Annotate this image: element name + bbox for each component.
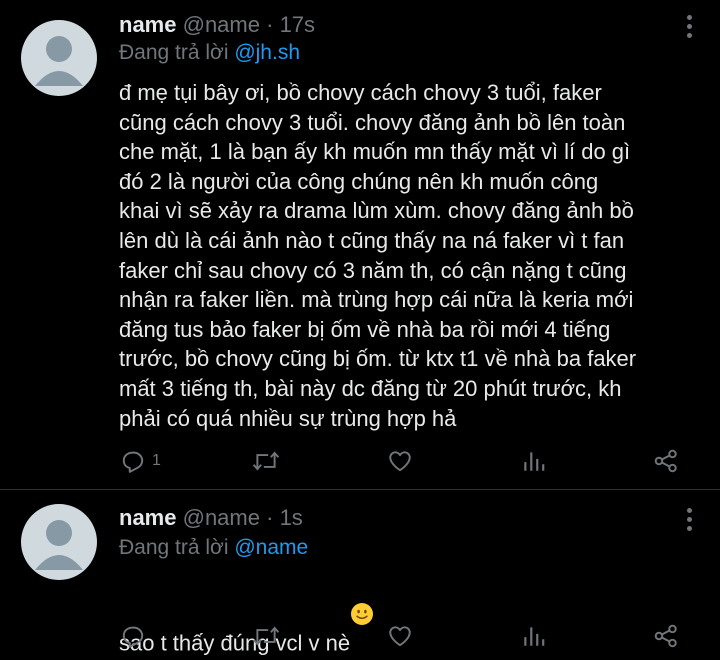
retweet-button[interactable]	[252, 446, 280, 476]
default-avatar-icon	[35, 520, 83, 570]
tweet-actions	[0, 621, 720, 651]
replying-to: Đang trả lời @name	[119, 535, 308, 561]
user-handle[interactable]: @name	[183, 12, 260, 37]
share-button[interactable]	[653, 621, 679, 651]
replying-to-label: Đang trả lời	[119, 41, 229, 64]
reply-button[interactable]	[120, 621, 146, 651]
share-icon	[654, 449, 677, 473]
tweet-1[interactable]: name @name · 17s Đang trả lời @jh.sh đ m…	[0, 0, 720, 490]
like-button[interactable]	[387, 621, 413, 651]
replying-to-handle[interactable]: @jh.sh	[234, 41, 300, 64]
tweet-actions: 1	[0, 446, 720, 476]
default-avatar-icon	[35, 36, 83, 86]
replying-to-label: Đang trả lời	[119, 536, 229, 559]
reply-count: 1	[152, 452, 161, 469]
reply-icon	[122, 626, 144, 648]
retweet-button[interactable]	[252, 621, 280, 651]
reply-button[interactable]: 1	[120, 446, 161, 476]
views-button[interactable]	[521, 621, 547, 651]
like-icon	[389, 451, 411, 472]
separator-dot: ·	[266, 12, 274, 37]
avatar[interactable]	[21, 504, 97, 580]
share-icon	[654, 624, 677, 648]
like-button[interactable]	[387, 446, 413, 476]
retweet-icon	[252, 451, 280, 471]
tweet-header: name @name · 1s	[119, 505, 303, 531]
user-handle[interactable]: @name	[183, 505, 260, 530]
replying-to: Đang trả lời @jh.sh	[119, 40, 300, 66]
tweet-text: đ mẹ tụi bây ơi, bồ chovy cách chovy 3 t…	[119, 80, 637, 431]
more-options-icon[interactable]	[686, 15, 694, 42]
replying-to-handle[interactable]: @name	[234, 536, 308, 559]
more-options-icon[interactable]	[686, 508, 694, 535]
separator-dot: ·	[266, 505, 274, 530]
views-button[interactable]	[521, 446, 547, 476]
like-icon	[389, 626, 411, 647]
reply-icon	[122, 451, 144, 473]
retweet-icon	[252, 626, 280, 646]
views-icon	[524, 627, 545, 646]
display-name[interactable]: name	[119, 12, 176, 37]
timestamp[interactable]: 1s	[280, 505, 303, 530]
tweet-header: name @name · 17s	[119, 12, 315, 38]
tweet-2[interactable]: name @name · 1s Đang trả lời @name sao t…	[0, 490, 720, 660]
timestamp[interactable]: 17s	[280, 12, 315, 37]
share-button[interactable]	[653, 446, 679, 476]
avatar[interactable]	[21, 20, 97, 96]
views-icon	[524, 452, 545, 471]
display-name[interactable]: name	[119, 505, 176, 530]
